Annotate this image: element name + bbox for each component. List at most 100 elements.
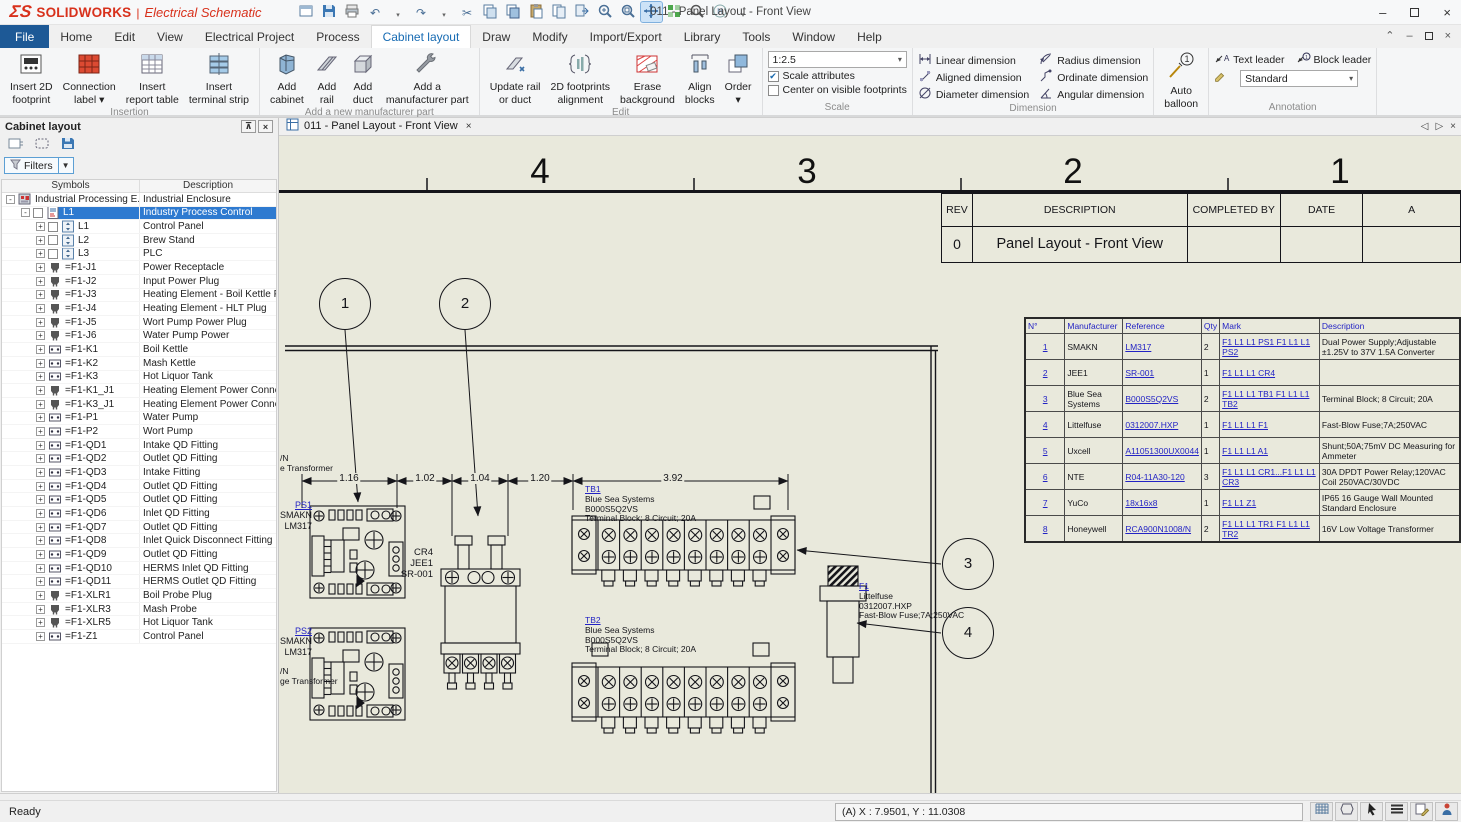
expand-icon[interactable]: + — [36, 618, 45, 627]
tree-checkbox[interactable] — [48, 222, 58, 232]
tree-row[interactable]: +=F1-XLR1Boil Probe Plug — [2, 589, 276, 603]
tab-close-icon[interactable]: × — [466, 121, 472, 132]
tree-row[interactable]: +=F1-J5Wort Pump Power Plug — [2, 316, 276, 330]
angular-dimension-button[interactable]: Angular dimension — [1039, 86, 1148, 103]
scale-attributes-checkbox[interactable]: ✔ Scale attributes — [768, 70, 907, 82]
expand-icon[interactable]: + — [36, 427, 45, 436]
collapse-ribbon-icon[interactable]: ⌃ — [1385, 29, 1394, 42]
tab-electrical-project[interactable]: Electrical Project — [194, 25, 305, 48]
tree-row[interactable]: +=F1-QD2Outlet QD Fitting — [2, 452, 276, 466]
tree-row[interactable]: -L1Industry Process Control — [2, 207, 276, 221]
center-footprints-checkbox[interactable]: Center on visible footprints — [768, 84, 907, 96]
bom-reference-link[interactable]: LM317 — [1123, 334, 1202, 360]
bom-mark-link[interactable]: F1 L1 L1 TR1 F1 L1 L1 TR2 — [1220, 516, 1320, 542]
bom-reference-link[interactable]: RCA900N1008/N — [1123, 516, 1202, 542]
bom-number-link[interactable]: 1 — [1025, 334, 1065, 360]
tree-checkbox[interactable] — [33, 208, 43, 218]
tab-window[interactable]: Window — [781, 25, 846, 48]
undo-button[interactable]: ↶ — [365, 2, 386, 22]
tree-checkbox[interactable] — [48, 249, 58, 259]
column-header-description[interactable]: Description — [140, 180, 276, 192]
window-button[interactable] — [296, 2, 317, 22]
expand-icon[interactable]: + — [36, 236, 45, 245]
tab-home[interactable]: Home — [49, 25, 103, 48]
scale-select[interactable]: 1:2.5 ▾ — [768, 51, 907, 68]
assistant-button[interactable] — [1435, 802, 1458, 821]
save-button[interactable] — [319, 2, 340, 22]
expand-icon[interactable]: + — [36, 249, 45, 258]
bom-mark-link[interactable]: F1 L1 L1 F1 — [1220, 412, 1320, 438]
expand-icon[interactable]: + — [36, 536, 45, 545]
bom-number-link[interactable]: 6 — [1025, 464, 1065, 490]
tab-scroll-left-icon[interactable]: ◁ — [1421, 121, 1429, 132]
pin-icon[interactable]: ⊼ — [241, 120, 256, 133]
order--button[interactable]: Order▾ — [720, 50, 757, 107]
tree-row[interactable]: +=F1-XLR3Mash Probe — [2, 603, 276, 617]
tree-row[interactable]: +=F1-K3_J1Heating Element Power Conne... — [2, 398, 276, 412]
expand-icon[interactable]: + — [36, 550, 45, 559]
tab-help[interactable]: Help — [846, 25, 893, 48]
tree-row[interactable]: +=F1-J1Power Receptacle — [2, 261, 276, 275]
tree-row[interactable]: +=F1-J6Water Pump Power — [2, 330, 276, 344]
tree-row[interactable]: +=F1-P1Water Pump — [2, 412, 276, 426]
bom-mark-link[interactable]: F1 L1 L1 TB1 F1 L1 L1 TB2 — [1220, 386, 1320, 412]
tree-row[interactable]: +=F1-QD11HERMS Outlet QD Fitting — [2, 575, 276, 589]
add-a-manufacturer-part-button[interactable]: Add amanufacturer part — [381, 50, 474, 107]
tree-row[interactable]: +=F1-J4Heating Element - HLT Plug — [2, 302, 276, 316]
add-rail-button[interactable]: Addrail — [309, 50, 345, 107]
close-icon[interactable]: × — [1443, 5, 1451, 20]
insert-2d-footprint-button[interactable]: Insert 2Dfootprint — [5, 50, 58, 107]
bom-number-link[interactable]: 8 — [1025, 516, 1065, 542]
filters-button[interactable]: Filters ▼ — [4, 157, 74, 174]
tree-row[interactable]: +=F1-QD5Outlet QD Fitting — [2, 493, 276, 507]
cut-button[interactable]: ✂ — [457, 2, 478, 22]
tab-view[interactable]: View — [146, 25, 194, 48]
bom-number-link[interactable]: 2 — [1025, 360, 1065, 386]
tab-panel-layout[interactable]: 011 - Panel Layout - Front View × — [279, 118, 479, 135]
tree-row[interactable]: +=F1-QD9Outlet QD Fitting — [2, 548, 276, 562]
expand-icon[interactable]: + — [36, 263, 45, 272]
copy-page-button[interactable] — [549, 2, 570, 22]
redo-button[interactable]: ↷ — [411, 2, 432, 22]
bom-number-link[interactable]: 4 — [1025, 412, 1065, 438]
bom-mark-link[interactable]: F1 L1 L1 A1 — [1220, 438, 1320, 464]
tree-row[interactable]: +=F1-QD3Intake Fitting — [2, 466, 276, 480]
bom-mark-link[interactable]: F1 L1 L1 CR1...F1 L1 L1 CR3 — [1220, 464, 1320, 490]
caret-button[interactable]: ▾ — [434, 2, 455, 22]
tree-row[interactable]: +L3PLC — [2, 248, 276, 262]
copy-button[interactable] — [480, 2, 501, 22]
doc-minimize-icon[interactable]: – — [1406, 30, 1412, 42]
doc-restore-icon[interactable] — [1425, 32, 1433, 40]
tree-row[interactable]: +=F1-XLR5Hot Liquor Tank — [2, 616, 276, 630]
drawing-canvas[interactable]: 4 3 2 1 REV DESCRIPTION COMPLETED BY DAT… — [279, 136, 1461, 793]
expand-icon[interactable]: + — [36, 591, 45, 600]
expand-icon[interactable]: + — [36, 523, 45, 532]
paste-page-button[interactable] — [572, 2, 593, 22]
expand-icon[interactable]: + — [36, 290, 45, 299]
aligned-dimension-button[interactable]: Aligned dimension — [918, 69, 1029, 86]
tab-import-export[interactable]: Import/Export — [579, 25, 673, 48]
tree-row[interactable]: +=F1-QD10HERMS Inlet QD Fitting — [2, 562, 276, 576]
tab-cabinet-layout[interactable]: Cabinet layout — [371, 25, 472, 48]
expand-icon[interactable]: + — [36, 495, 45, 504]
ordinate-dimension-button[interactable]: Ordinate dimension — [1039, 69, 1148, 86]
bom-reference-link[interactable]: SR-001 — [1123, 360, 1202, 386]
tab-draw[interactable]: Draw — [471, 25, 521, 48]
close-icon[interactable]: × — [258, 120, 273, 133]
bom-number-link[interactable]: 3 — [1025, 386, 1065, 412]
bom-reference-link[interactable]: 18x16x8 — [1123, 490, 1202, 516]
lines-button[interactable] — [1385, 802, 1408, 821]
2d-footprints-alignment-button[interactable]: 2D footprintsalignment — [545, 50, 615, 107]
tab-tools[interactable]: Tools — [731, 25, 781, 48]
tree-row[interactable]: +=F1-K2Mash Kettle — [2, 357, 276, 371]
diameter-dimension-button[interactable]: Diameter dimension — [918, 86, 1029, 103]
tab-file[interactable]: File — [0, 25, 49, 48]
tree-row[interactable]: +L1Control Panel — [2, 220, 276, 234]
grid-button[interactable] — [1310, 802, 1333, 821]
expand-icon[interactable]: + — [36, 345, 45, 354]
paste-button[interactable] — [526, 2, 547, 22]
expand-icon[interactable]: + — [36, 222, 45, 231]
tabbar-close-icon[interactable]: × — [1450, 121, 1456, 132]
expand-icon[interactable]: + — [36, 605, 45, 614]
print-button[interactable] — [342, 2, 363, 22]
